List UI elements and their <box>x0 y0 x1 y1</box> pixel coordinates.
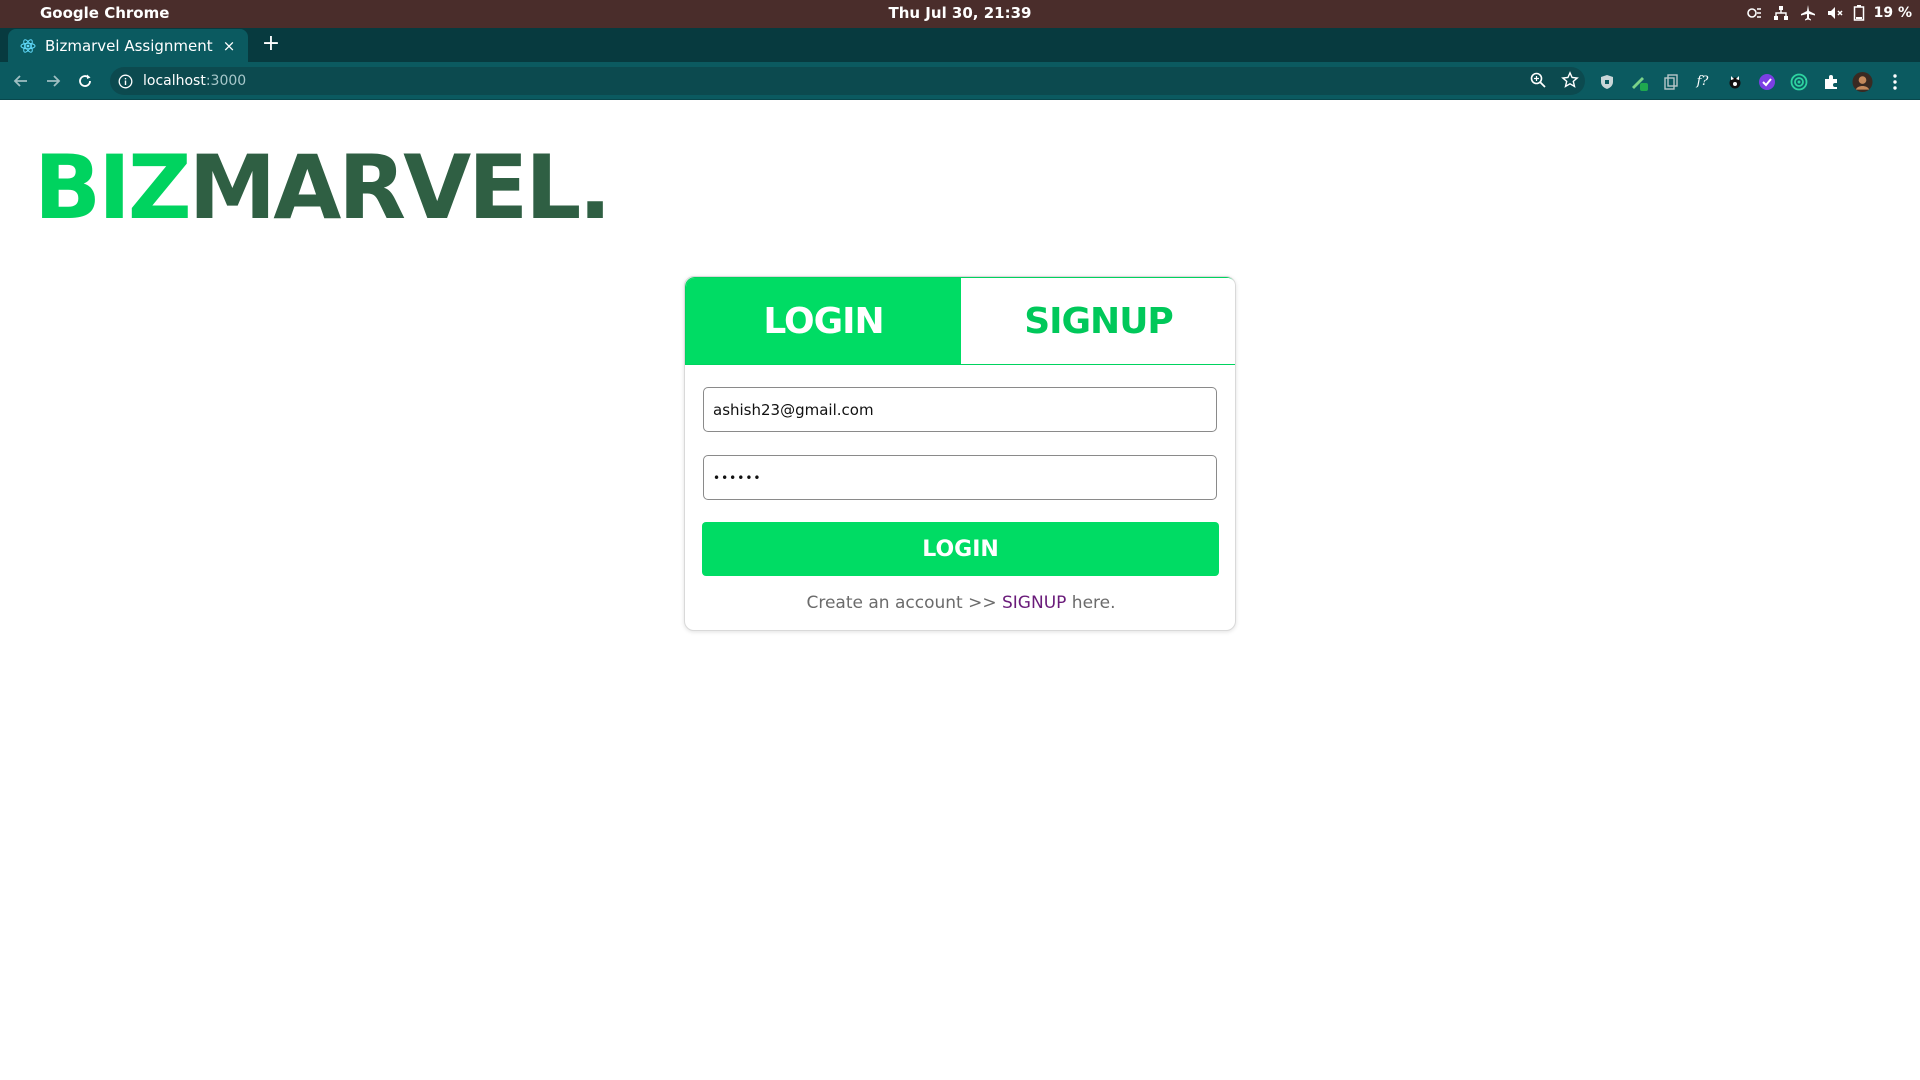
check-extension-icon[interactable] <box>1756 71 1777 92</box>
pencil-extension-icon[interactable] <box>1628 71 1649 92</box>
signup-prompt-prefix: Create an account >> <box>806 593 1002 613</box>
battery-icon <box>1853 5 1864 21</box>
os-clock[interactable]: Thu Jul 30, 21:39 <box>0 4 1920 22</box>
new-tab-button[interactable]: + <box>258 31 284 57</box>
site-info-icon[interactable] <box>118 74 133 89</box>
auth-card: LOGIN SIGNUP LOGIN Create an account >> … <box>684 276 1236 631</box>
bookmark-star-icon[interactable] <box>1561 71 1579 89</box>
menu-icon[interactable] <box>1884 71 1905 92</box>
forward-button[interactable] <box>40 68 66 94</box>
accessibility-icon <box>1746 8 1761 18</box>
reload-button[interactable] <box>72 68 98 94</box>
network-icon <box>1773 6 1788 20</box>
auth-tabs: LOGIN SIGNUP <box>685 277 1235 365</box>
email-field[interactable] <box>703 387 1217 432</box>
battery-percentage: 19 % <box>1873 5 1912 21</box>
airplane-mode-icon <box>1800 5 1815 21</box>
back-button[interactable] <box>8 68 34 94</box>
browser-tab-strip: Bizmarvel Assignment × + <box>0 28 1920 62</box>
os-system-tray[interactable]: 19 % <box>1745 3 1912 23</box>
omnibox-actions <box>1529 71 1579 89</box>
arrow-left-icon <box>13 75 27 87</box>
profile-avatar[interactable] <box>1852 71 1873 92</box>
tab-signup[interactable]: SIGNUP <box>961 278 1235 364</box>
close-tab-icon[interactable]: × <box>218 37 240 55</box>
extensions-row: f? <box>1596 71 1905 92</box>
reload-icon <box>79 74 91 87</box>
logo-part-biz: BIZ <box>34 136 192 239</box>
copy-extension-icon[interactable] <box>1660 71 1681 92</box>
target-extension-icon[interactable] <box>1788 71 1809 92</box>
signup-link[interactable]: SIGNUP <box>1002 593 1066 613</box>
url-host: localhost <box>143 73 206 89</box>
tab-title: Bizmarvel Assignment <box>45 36 213 55</box>
browser-toolbar: localhost :3000 f? <box>0 62 1920 100</box>
os-top-bar: Google Chrome Thu Jul 30, 21:39 19 % <box>0 0 1920 28</box>
fox-extension-icon[interactable] <box>1724 71 1745 92</box>
brand-logo: BIZMARVEL. <box>34 136 612 239</box>
login-button[interactable]: LOGIN <box>702 522 1219 576</box>
logo-part-marvel: MARVEL. <box>188 136 612 239</box>
zoom-icon[interactable] <box>1529 71 1547 89</box>
tab-login[interactable]: LOGIN <box>686 278 961 364</box>
puzzle-icon[interactable] <box>1820 71 1841 92</box>
url-port: :3000 <box>205 73 247 89</box>
shield-extension-icon[interactable] <box>1596 71 1617 92</box>
volume-muted-icon <box>1827 7 1843 19</box>
signup-prompt-suffix: here. <box>1066 593 1116 613</box>
arrow-right-icon <box>47 75 61 87</box>
browser-tab-active[interactable]: Bizmarvel Assignment × <box>8 29 248 62</box>
signup-prompt: Create an account >> SIGNUP here. <box>685 593 1235 613</box>
react-icon <box>20 38 36 53</box>
password-field[interactable] <box>703 455 1217 500</box>
address-bar[interactable]: localhost :3000 <box>110 67 1585 95</box>
fx-extension-icon[interactable]: f? <box>1692 71 1713 92</box>
